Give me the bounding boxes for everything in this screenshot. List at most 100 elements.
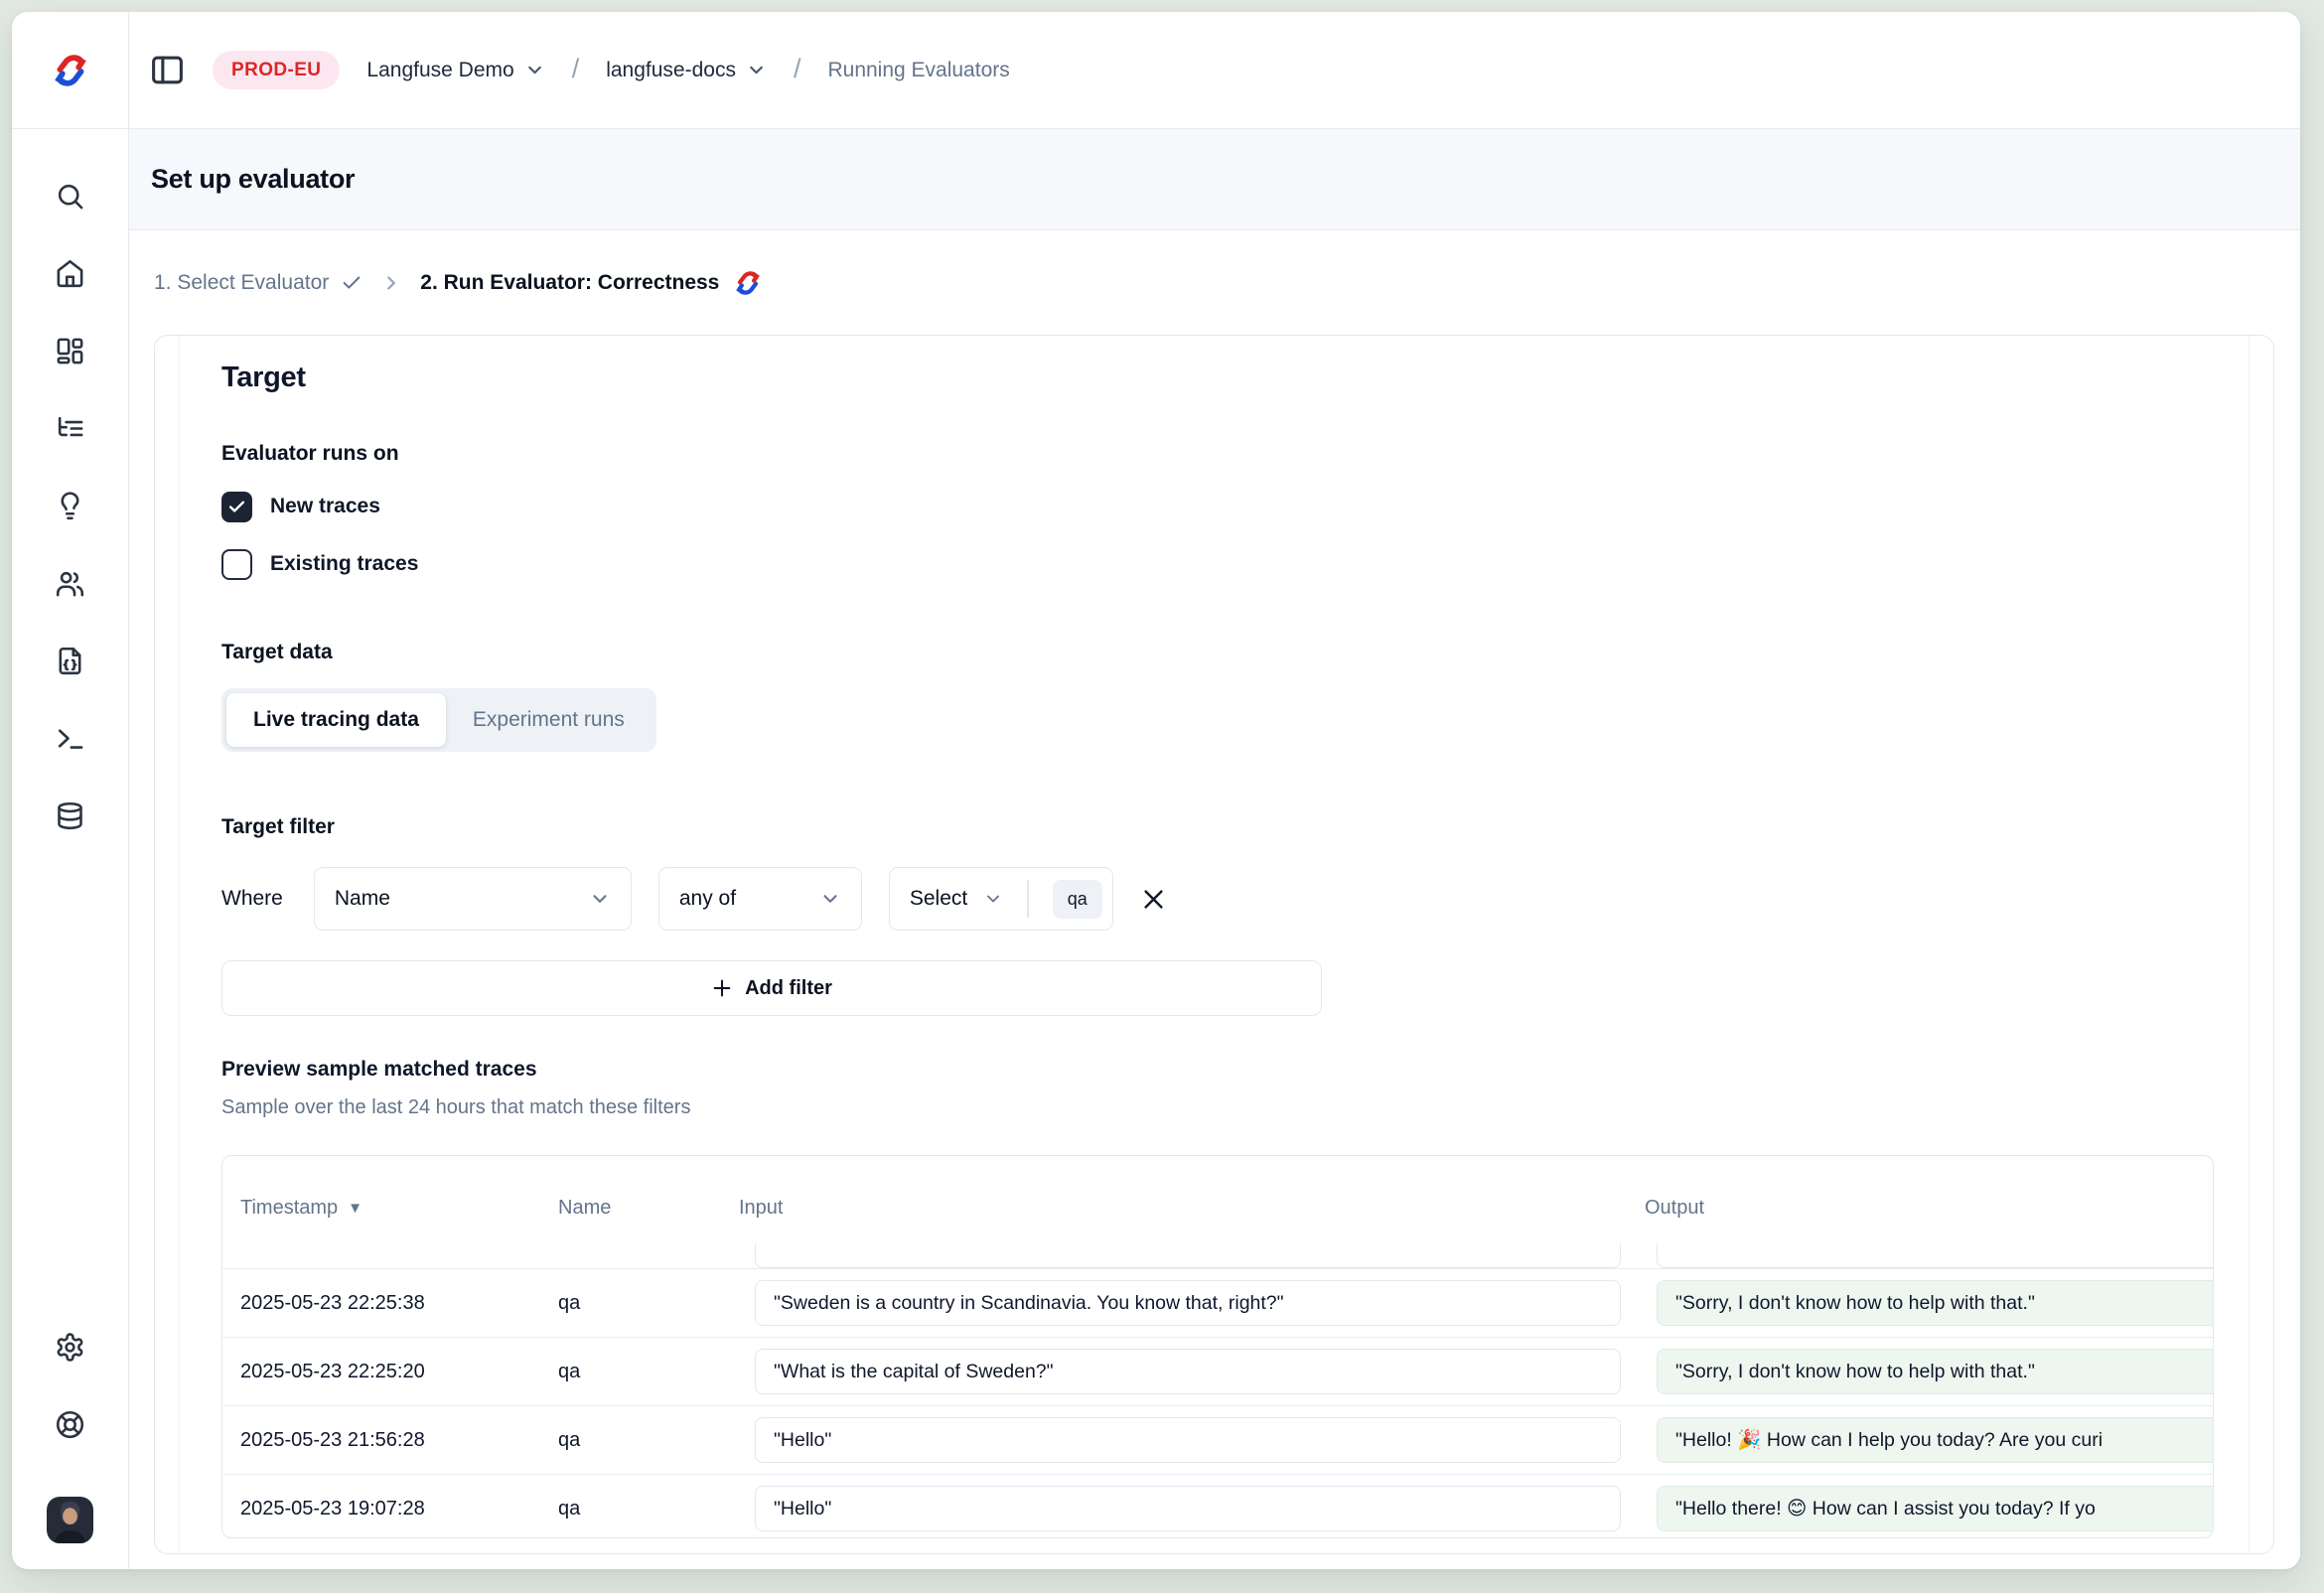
sidebar-item-evaluation[interactable]	[32, 467, 109, 544]
output-cell-partial	[1657, 1243, 2213, 1268]
desktop-background: PROD-EU Langfuse Demo / langfuse-docs / …	[0, 0, 2324, 1593]
segment-experiment-runs[interactable]: Experiment runs	[446, 693, 652, 747]
table-header: Timestamp ▼ Name Input Output	[222, 1156, 2213, 1243]
output-cell: "Hello! 🎉 How can I help you today? Are …	[1657, 1417, 2214, 1463]
preview-table: Timestamp ▼ Name Input Output	[221, 1155, 2214, 1538]
divider	[1027, 880, 1029, 918]
sidebar-item-tracing[interactable]	[32, 389, 109, 467]
new-traces-option: New traces	[221, 490, 2207, 523]
topbar: PROD-EU Langfuse Demo / langfuse-docs / …	[129, 12, 2300, 129]
sidebar-item-dashboards[interactable]	[32, 312, 109, 389]
input-cell-partial	[755, 1243, 1621, 1268]
avatar[interactable]	[47, 1497, 93, 1543]
existing-traces-checkbox[interactable]	[221, 549, 252, 580]
name-cell: qa	[540, 1475, 739, 1538]
timestamp-cell: 2025-05-23 22:25:38	[222, 1269, 540, 1337]
filter-field-select[interactable]: Name	[314, 867, 632, 931]
sidebar-item-home[interactable]	[32, 234, 109, 312]
table-row[interactable]: 2025-05-23 22:25:20 qa "What is the capi…	[222, 1338, 2213, 1406]
column-header-input: Input	[739, 1172, 1645, 1243]
column-header-output: Output	[1645, 1172, 2213, 1243]
input-cell: "Sweden is a country in Scandinavia. You…	[755, 1280, 1621, 1326]
slash-icon: /	[572, 54, 580, 84]
chevron-down-icon	[819, 888, 841, 910]
close-icon	[1140, 886, 1167, 913]
existing-traces-option: Existing traces	[221, 547, 2207, 581]
target-heading: Target	[221, 362, 2207, 394]
check-icon	[227, 498, 246, 516]
sidebar-item-datasets[interactable]	[32, 777, 109, 854]
chevron-right-icon	[380, 272, 402, 294]
slash-icon: /	[794, 54, 801, 84]
users-icon	[55, 568, 85, 599]
input-cell: "Hello"	[755, 1486, 1621, 1531]
lifebuoy-icon	[55, 1409, 85, 1440]
chevron-down-icon	[983, 889, 1003, 909]
name-cell: qa	[540, 1406, 739, 1474]
timestamp-cell: 2025-05-23 19:07:28	[222, 1475, 540, 1538]
segment-live-tracing[interactable]: Live tracing data	[226, 693, 446, 747]
timestamp-cell: 2025-05-23 21:56:28	[222, 1406, 540, 1474]
chevron-down-icon	[746, 60, 767, 80]
panel-left-icon	[149, 52, 186, 88]
target-data-segmented-control: Live tracing data Experiment runs	[221, 688, 656, 752]
sidebar-logo-area	[12, 12, 129, 129]
target-card: Target Evaluator runs on New traces Exis…	[154, 335, 2274, 1554]
gear-icon	[55, 1332, 85, 1363]
sidebar-item-search[interactable]	[32, 157, 109, 234]
filter-value-chip[interactable]: qa	[1053, 880, 1102, 919]
breadcrumb-project[interactable]: langfuse-docs	[606, 59, 767, 82]
remove-filter-button[interactable]	[1140, 886, 1167, 913]
output-cell: "Hello there! 😊 How can I assist you tod…	[1657, 1486, 2214, 1531]
sidebar-item-support[interactable]	[32, 1385, 109, 1463]
filter-row: Where Name any of Select	[221, 867, 2207, 931]
main-content: Set up evaluator 1. Select Evaluator 2. …	[129, 129, 2300, 1569]
output-cell: "Sorry, I don't know how to help with th…	[1657, 1280, 2214, 1326]
table-row[interactable]: 2025-05-23 22:25:38 qa "Sweden is a coun…	[222, 1269, 2213, 1338]
step-select-evaluator[interactable]: 1. Select Evaluator	[154, 271, 363, 295]
target-card-inner: Target Evaluator runs on New traces Exis…	[179, 336, 2250, 1553]
filter-value-select[interactable]: Select qa	[889, 867, 1113, 931]
lightbulb-icon	[55, 491, 85, 521]
timestamp-cell: 2025-05-23 22:25:20	[222, 1338, 540, 1405]
check-icon	[341, 272, 363, 294]
app-window: PROD-EU Langfuse Demo / langfuse-docs / …	[12, 12, 2300, 1569]
filter-operator-select[interactable]: any of	[658, 867, 862, 931]
target-data-label: Target data	[221, 639, 2207, 666]
langfuse-logo-icon[interactable]	[51, 51, 90, 90]
breadcrumb-org[interactable]: Langfuse Demo	[366, 59, 544, 82]
file-json-icon	[55, 646, 85, 676]
table-row[interactable]: 2025-05-23 19:07:28 qa "Hello" "Hello th…	[222, 1475, 2213, 1538]
input-cell: "What is the capital of Sweden?"	[755, 1349, 1621, 1394]
name-cell: qa	[540, 1269, 739, 1337]
chevron-down-icon	[589, 888, 611, 910]
sidebar-item-settings[interactable]	[32, 1308, 109, 1385]
terminal-icon	[55, 723, 85, 754]
new-traces-label: New traces	[270, 495, 380, 518]
table-row[interactable]: 2025-05-23 21:56:28 qa "Hello" "Hello! 🎉…	[222, 1406, 2213, 1475]
home-icon	[55, 258, 85, 289]
sidebar-item-prompts[interactable]	[32, 622, 109, 699]
where-label: Where	[221, 887, 283, 911]
sidebar	[12, 129, 129, 1569]
new-traces-checkbox[interactable]	[221, 492, 252, 522]
add-filter-button[interactable]: Add filter	[221, 960, 1322, 1016]
search-icon	[55, 181, 85, 212]
table-row-partial	[222, 1243, 2213, 1269]
list-tree-icon	[55, 413, 85, 444]
column-header-timestamp[interactable]: Timestamp ▼	[222, 1172, 540, 1243]
environment-badge: PROD-EU	[213, 51, 340, 89]
sidebar-toggle-button[interactable]	[149, 52, 186, 88]
step-run-evaluator[interactable]: 2. Run Evaluator: Correctness	[420, 268, 763, 298]
sidebar-bottom-group	[32, 1308, 109, 1569]
preview-subheading: Sample over the last 24 hours that match…	[221, 1093, 2207, 1121]
dashboard-icon	[55, 336, 85, 366]
sort-desc-icon: ▼	[348, 1200, 363, 1217]
target-filter-label: Target filter	[221, 813, 2207, 841]
input-cell: "Hello"	[755, 1417, 1621, 1463]
runs-on-label: Evaluator runs on	[221, 440, 2207, 468]
langfuse-logo-icon	[733, 268, 763, 298]
sidebar-item-playground[interactable]	[32, 699, 109, 777]
wizard-steps: 1. Select Evaluator 2. Run Evaluator: Co…	[129, 230, 2300, 335]
sidebar-item-users[interactable]	[32, 544, 109, 622]
